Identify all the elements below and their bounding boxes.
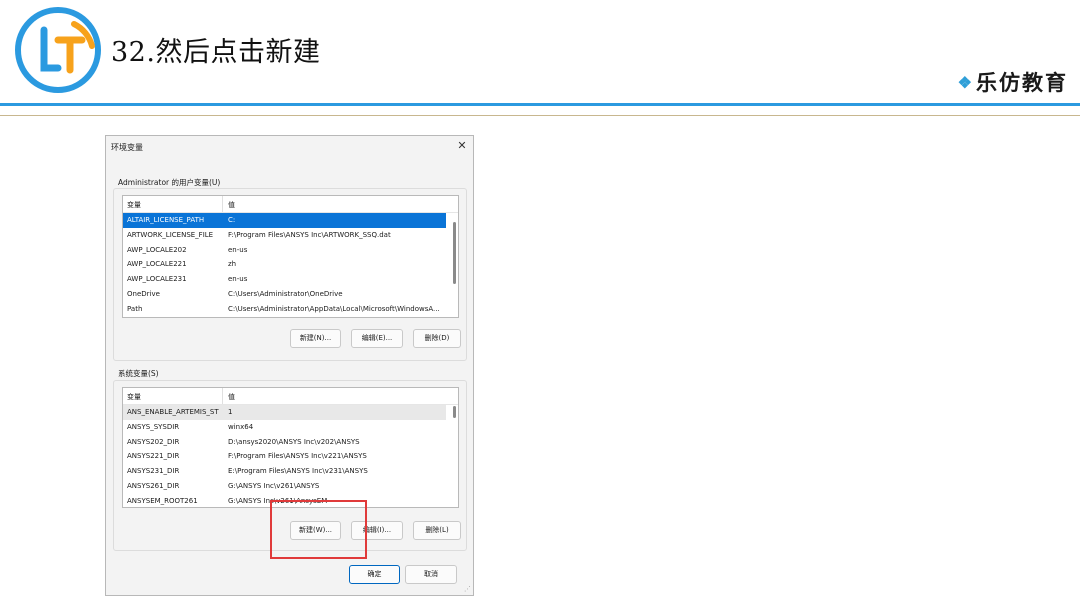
brand-text: 乐仿教育 bbox=[976, 70, 1068, 95]
variable-name: ARTWORK_LICENSE_FILE bbox=[127, 230, 214, 239]
new-user-variable-button[interactable]: 新建(N)... bbox=[290, 329, 341, 348]
user-variables-label: Administrator 的用户变量(U) bbox=[118, 178, 221, 187]
list-scrollbar[interactable] bbox=[453, 406, 456, 418]
variable-name: ANS_ENABLE_ARTEMIS_ST bbox=[127, 408, 219, 416]
table-row[interactable]: AWP_LOCALE231 en-us bbox=[123, 272, 458, 287]
table-row[interactable]: AWP_LOCALE221 zh bbox=[123, 257, 458, 272]
column-divider[interactable] bbox=[222, 196, 223, 212]
close-icon[interactable]: ✕ bbox=[455, 139, 469, 153]
ok-button[interactable]: 确定 bbox=[349, 565, 400, 584]
cancel-button[interactable]: 取消 bbox=[405, 565, 457, 584]
resize-grip-icon[interactable]: ⋰ bbox=[464, 585, 471, 593]
variable-name: ANSYS202_DIR bbox=[127, 437, 180, 446]
table-row[interactable]: ALTAIR_LICENSE_PATH C: bbox=[123, 213, 446, 228]
variable-name: ANSYS231_DIR bbox=[127, 467, 180, 476]
column-divider[interactable] bbox=[222, 388, 223, 404]
table-row[interactable]: Path C:\Users\Administrator\AppData\Local… bbox=[123, 302, 458, 317]
variable-value: F:\Program Files\ANSYS Inc\ARTWORK_SSQ.d… bbox=[228, 230, 391, 239]
variable-value: 1 bbox=[228, 408, 233, 416]
variable-name: ANSYS221_DIR bbox=[127, 452, 180, 461]
header-rule-thin bbox=[0, 115, 1080, 116]
table-row[interactable]: ARTWORK_LICENSE_FILE F:\Program Files\ANS… bbox=[123, 228, 458, 243]
variable-value: en-us bbox=[228, 275, 248, 284]
variable-value: winx64 bbox=[228, 422, 254, 431]
user-variables-group: 变量 值 ALTAIR_LICENSE_PATH C: ARTWORK_LICEN… bbox=[113, 188, 467, 361]
header-rule bbox=[0, 103, 1080, 106]
table-row[interactable]: ANSYS231_DIR E:\Program Files\ANSYS Inc\v… bbox=[123, 464, 458, 479]
variable-name: Path bbox=[127, 304, 143, 313]
table-row[interactable]: AWP_LOCALE202 en-us bbox=[123, 243, 458, 258]
variable-name: AWP_LOCALE231 bbox=[127, 275, 187, 284]
variable-name: ANSYS261_DIR bbox=[127, 481, 180, 490]
variable-name: ANSYS_SYSDIR bbox=[127, 422, 180, 431]
variable-value: F:\Program Files\ANSYS Inc\v221\ANSYS bbox=[228, 452, 367, 461]
table-row[interactable]: ANSYS202_DIR D:\ansys2020\ANSYS Inc\v202\… bbox=[123, 435, 458, 450]
column-header-value[interactable]: 值 bbox=[228, 392, 235, 402]
variable-value: zh bbox=[228, 260, 237, 269]
dialog-title: 环境变量 bbox=[111, 143, 143, 152]
environment-variables-dialog: 环境变量 ✕ Administrator 的用户变量(U) 变量 值 ALTAI… bbox=[105, 135, 474, 596]
system-variables-list[interactable]: 变量 值 ANS_ENABLE_ARTEMIS_ST 1 ANSYS_SYSDIR… bbox=[122, 387, 459, 508]
variable-name: ANSYSEM_ROOT261 bbox=[127, 496, 198, 505]
column-header-variable[interactable]: 变量 bbox=[127, 392, 141, 402]
table-row[interactable]: ANSYSEM_ROOT261 G:\ANSYS Inc\v261\AnsysEM bbox=[123, 494, 458, 507]
edit-system-variable-button[interactable]: 编辑(I)... bbox=[351, 521, 403, 540]
diamond-icon: ❖ bbox=[957, 73, 972, 92]
brand-name: ❖ 乐仿教育 bbox=[958, 67, 1068, 97]
lefang-logo bbox=[15, 7, 101, 93]
list-header: 变量 值 bbox=[123, 196, 458, 213]
variable-value: G:\ANSYS Inc\v261\AnsysEM bbox=[228, 496, 328, 505]
new-system-variable-button[interactable]: 新建(W)... bbox=[290, 521, 341, 540]
variable-value: G:\ANSYS Inc\v261\ANSYS bbox=[228, 481, 320, 490]
variable-value: D:\ansys2020\ANSYS Inc\v202\ANSYS bbox=[228, 437, 360, 446]
table-row[interactable]: OneDrive C:\Users\Administrator\OneDrive bbox=[123, 287, 458, 302]
slide-title: 32.然后点击新建 bbox=[111, 37, 321, 68]
variable-name: OneDrive bbox=[127, 289, 160, 298]
table-row[interactable]: ANS_ENABLE_ARTEMIS_ST 1 bbox=[123, 405, 446, 420]
variable-value: C: bbox=[228, 216, 236, 224]
system-variables-label: 系统变量(S) bbox=[118, 369, 159, 378]
list-header: 变量 值 bbox=[123, 388, 458, 405]
delete-system-variable-button[interactable]: 删除(L) bbox=[413, 521, 461, 540]
delete-user-variable-button[interactable]: 删除(D) bbox=[413, 329, 461, 348]
variable-name: ALTAIR_LICENSE_PATH bbox=[127, 216, 205, 224]
system-variables-group: 变量 值 ANS_ENABLE_ARTEMIS_ST 1 ANSYS_SYSDIR… bbox=[113, 380, 467, 551]
variable-name: AWP_LOCALE221 bbox=[127, 260, 187, 269]
variable-name: AWP_LOCALE202 bbox=[127, 245, 187, 254]
user-variables-list[interactable]: 变量 值 ALTAIR_LICENSE_PATH C: ARTWORK_LICEN… bbox=[122, 195, 459, 318]
list-scrollbar[interactable] bbox=[453, 222, 456, 284]
variable-value: en-us bbox=[228, 245, 248, 254]
column-header-variable[interactable]: 变量 bbox=[127, 200, 141, 210]
table-row[interactable]: ANSYS221_DIR F:\Program Files\ANSYS Inc\v… bbox=[123, 449, 458, 464]
edit-user-variable-button[interactable]: 编辑(E)... bbox=[351, 329, 403, 348]
column-header-value[interactable]: 值 bbox=[228, 200, 235, 210]
variable-value: C:\Users\Administrator\AppData\Local\Mic… bbox=[228, 304, 440, 313]
variable-value: E:\Program Files\ANSYS Inc\v231\ANSYS bbox=[228, 467, 368, 476]
variable-value: C:\Users\Administrator\OneDrive bbox=[228, 289, 343, 298]
table-row[interactable]: ANSYS_SYSDIR winx64 bbox=[123, 420, 458, 435]
table-row[interactable]: ANSYS261_DIR G:\ANSYS Inc\v261\ANSYS bbox=[123, 479, 458, 494]
